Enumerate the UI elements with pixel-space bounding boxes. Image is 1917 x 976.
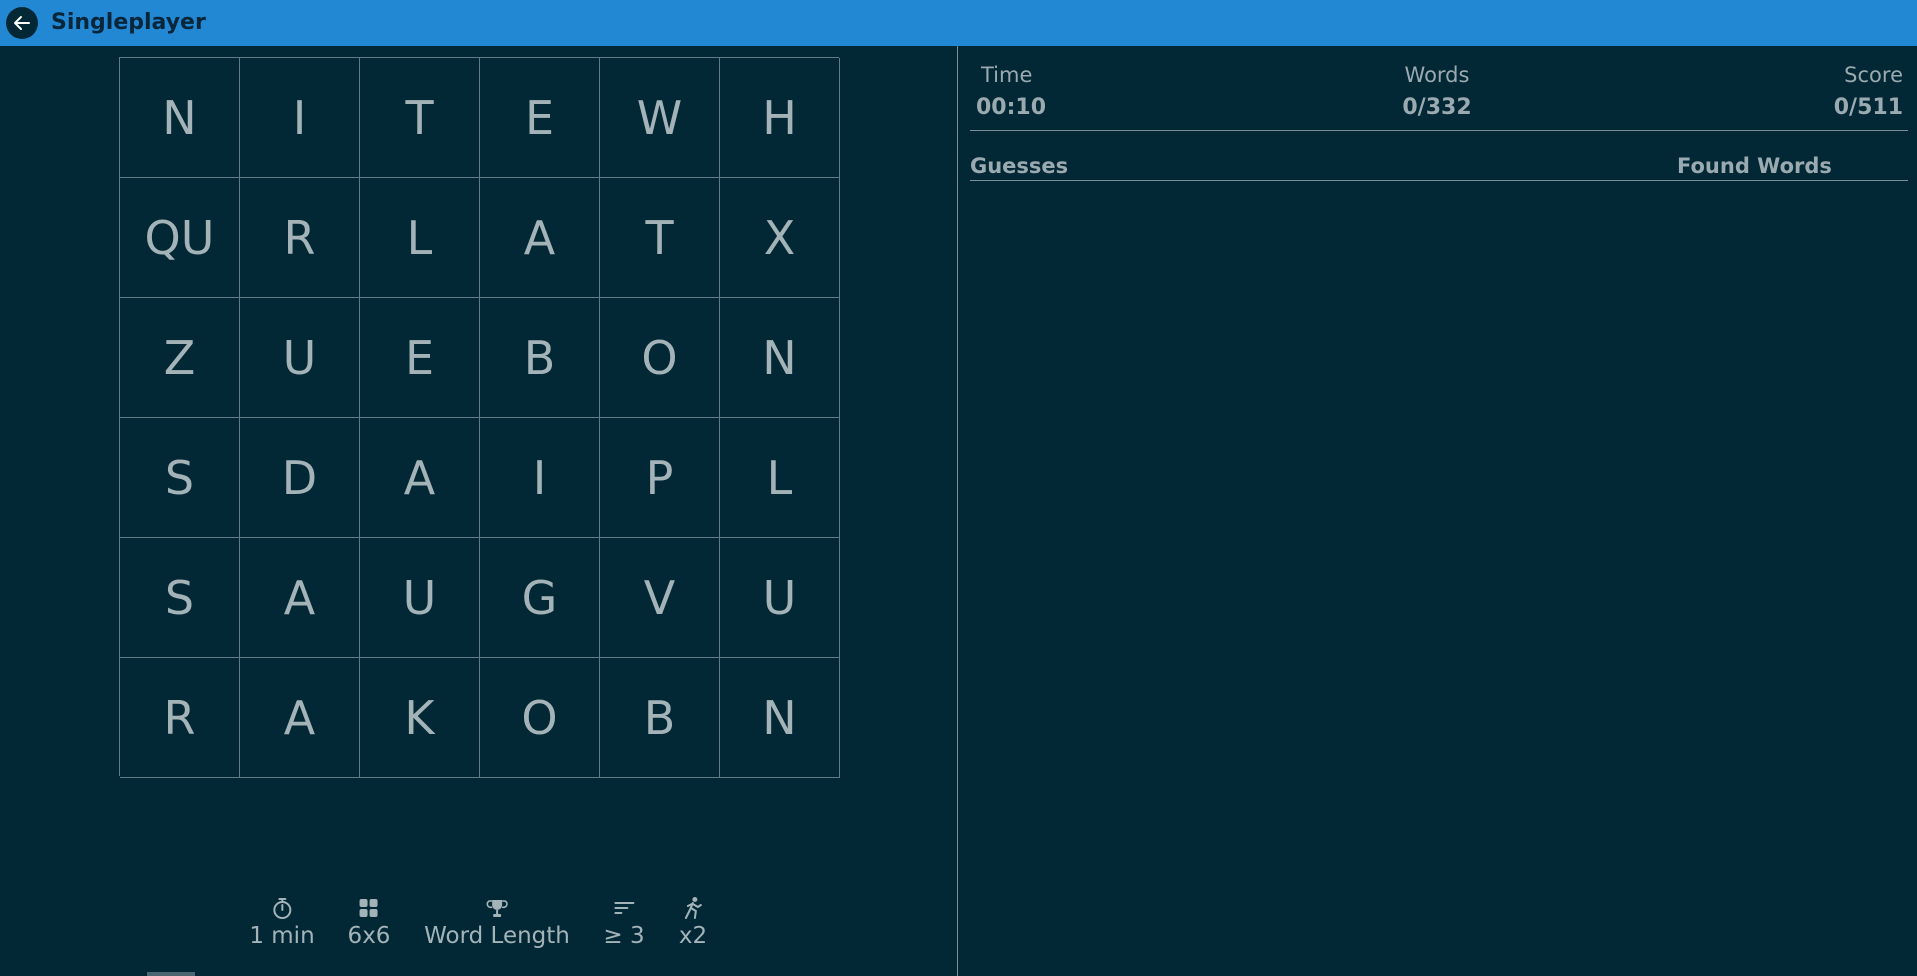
letter-tile[interactable]: P: [600, 418, 720, 538]
letter-tile[interactable]: O: [480, 658, 600, 778]
letter-tile[interactable]: L: [720, 418, 840, 538]
found-words-heading: Found Words: [1677, 154, 1832, 178]
letter-tile[interactable]: X: [720, 178, 840, 298]
setting-min-length: ≥ 3: [603, 895, 645, 949]
letter-tile[interactable]: U: [240, 298, 360, 418]
letter-tile[interactable]: U: [720, 538, 840, 658]
letter-tile[interactable]: W: [600, 58, 720, 178]
guesses-heading: Guesses: [970, 154, 1069, 178]
setting-duration: 1 min: [249, 895, 315, 949]
letter-tile[interactable]: E: [480, 58, 600, 178]
game-settings-bar: 1 min 6x6 Word Length ≥ 3 x2: [0, 895, 957, 955]
score-label: Score: [1844, 63, 1903, 87]
letter-tile[interactable]: S: [120, 538, 240, 658]
letter-tile[interactable]: Z: [120, 298, 240, 418]
letter-tile[interactable]: A: [480, 178, 600, 298]
letter-tile[interactable]: U: [360, 538, 480, 658]
letter-tile[interactable]: E: [360, 298, 480, 418]
trophy-icon: [486, 895, 508, 921]
lists-divider: [970, 180, 1908, 181]
letter-tile[interactable]: A: [240, 538, 360, 658]
setting-scoring-label: Word Length: [424, 923, 570, 949]
time-value: 00:10: [976, 95, 1047, 120]
setting-multiplier: x2: [679, 895, 707, 949]
letter-tile[interactable]: I: [240, 58, 360, 178]
letter-tile[interactable]: K: [360, 658, 480, 778]
setting-board-size-label: 6x6: [347, 923, 391, 949]
stopwatch-icon: [271, 895, 293, 921]
letter-tile[interactable]: G: [480, 538, 600, 658]
arrow-left-icon: [14, 16, 30, 30]
setting-board-size: 6x6: [347, 895, 391, 949]
sort-lines-icon: [613, 895, 635, 921]
letter-tile[interactable]: L: [360, 178, 480, 298]
scrollbar-thumb[interactable]: [147, 972, 195, 976]
page-title: Singleplayer: [51, 10, 206, 35]
letter-tile[interactable]: A: [360, 418, 480, 538]
time-label: Time: [981, 63, 1033, 87]
letter-tile[interactable]: N: [720, 298, 840, 418]
letter-board: N I T E W H QU R L A T X Z U E B O N S D A I P L S A U G V U R A K O B N: [119, 57, 840, 778]
setting-min-length-label: ≥ 3: [603, 923, 645, 949]
words-value: 0/332: [1402, 95, 1472, 120]
letter-tile[interactable]: O: [600, 298, 720, 418]
letter-tile[interactable]: T: [600, 178, 720, 298]
stats-divider: [970, 130, 1908, 131]
letter-tile[interactable]: B: [480, 298, 600, 418]
runner-icon: [683, 895, 703, 921]
letter-tile[interactable]: A: [240, 658, 360, 778]
title-bar: Singleplayer: [0, 0, 1917, 46]
words-label: Words: [1404, 63, 1470, 87]
letter-tile[interactable]: R: [240, 178, 360, 298]
letter-tile[interactable]: N: [120, 58, 240, 178]
setting-scoring: Word Length: [424, 895, 570, 949]
letter-tile[interactable]: D: [240, 418, 360, 538]
letter-tile[interactable]: S: [120, 418, 240, 538]
letter-tile[interactable]: I: [480, 418, 600, 538]
letter-tile[interactable]: T: [360, 58, 480, 178]
letter-tile[interactable]: QU: [120, 178, 240, 298]
letter-tile[interactable]: N: [720, 658, 840, 778]
letter-tile[interactable]: B: [600, 658, 720, 778]
back-button[interactable]: [6, 7, 38, 39]
panel-divider: [957, 46, 958, 976]
score-value: 0/511: [1833, 95, 1903, 120]
setting-multiplier-label: x2: [678, 923, 708, 949]
setting-duration-label: 1 min: [249, 923, 315, 949]
letter-tile[interactable]: H: [720, 58, 840, 178]
letter-tile[interactable]: V: [600, 538, 720, 658]
grid-icon: [359, 895, 379, 921]
letter-tile[interactable]: R: [120, 658, 240, 778]
